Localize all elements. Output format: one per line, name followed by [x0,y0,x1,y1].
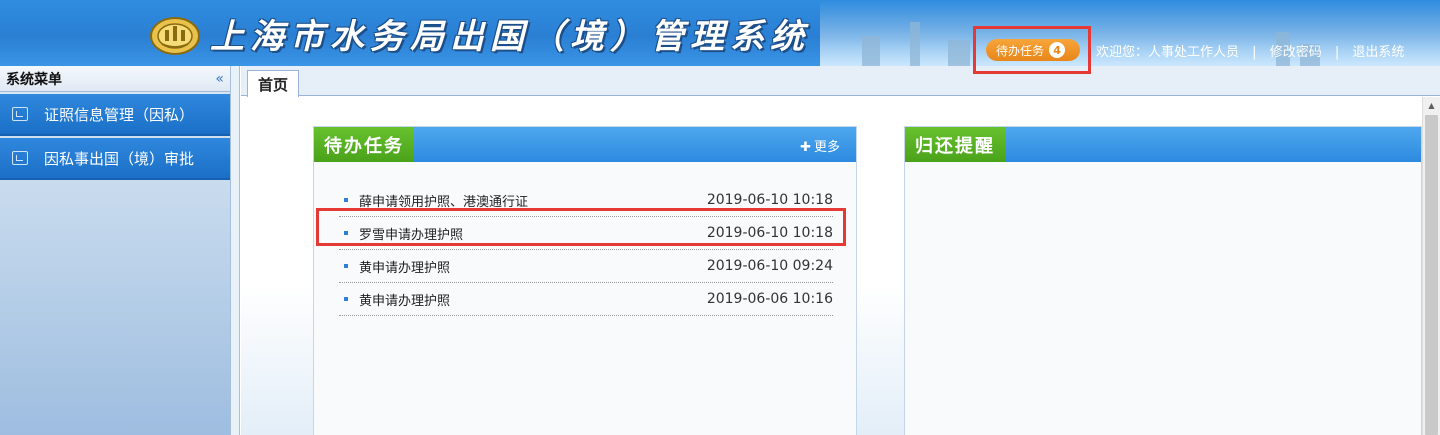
task-name: 黄申请办理护照 [359,293,451,309]
sidebar-title: 系统菜单 [6,71,62,88]
todo-panel-title: 待办任务 [314,127,414,162]
list-item[interactable]: 黄申请办理护照 2019-06-06 10:16 [339,283,833,316]
bullet-icon [344,297,348,301]
image-icon [12,107,28,121]
todo-tasks-badge[interactable]: 待办任务 4 [986,39,1080,61]
bullet-icon [344,264,348,268]
logout-link[interactable]: 退出系统 [1352,45,1404,60]
todo-panel-header: 待办任务 ✚ 更多 [314,127,856,162]
return-reminder-title: 归还提醒 [905,127,1005,162]
more-label: 更多 [813,140,840,155]
tab-home[interactable]: 首页 [247,70,299,97]
todo-panel: 待办任务 ✚ 更多 薛申请领用护照、港澳通行证 2019-06-10 10:18 … [313,126,857,435]
todo-badge-label: 待办任务 [996,43,1045,58]
sidebar-item-label: 证照信息管理（因私） [44,105,195,124]
welcome-text: 欢迎您：人事处工作人员 [1096,45,1240,60]
return-reminder-panel-header: 归还提醒 [905,127,1421,162]
edit-icon [12,151,28,165]
todo-count: 4 [1049,42,1066,58]
sidebar-header: 系统菜单 « [0,66,230,92]
task-name: 薛申请领用护照、港澳通行证 [359,194,529,210]
skyline-building [948,40,970,66]
annotation-highlight-task [316,208,846,246]
sidebar-item-label: 因私事出国（境）审批 [44,149,195,168]
task-time: 2019-06-06 10:16 [706,291,833,307]
list-item[interactable]: 黄申请办理护照 2019-06-10 09:24 [339,250,833,283]
skyline-building [910,22,920,66]
return-reminder-panel: 归还提醒 [904,126,1422,435]
tab-bar: 首页 [241,66,1440,97]
separator: | [1252,45,1257,60]
change-password-link[interactable]: 修改密码 [1270,45,1322,60]
water-bureau-logo-icon [150,17,200,55]
system-title: 上海市水务局出国（境）管理系统 [210,17,810,57]
sidebar: 系统菜单 « 证照信息管理（因私） 因私事出国（境）审批 [0,66,230,435]
task-time: 2019-06-10 10:18 [706,192,833,208]
home-content: 待办任务 ✚ 更多 薛申请领用护照、港澳通行证 2019-06-10 10:18 … [241,97,1422,435]
main-area: 首页 待办任务 ✚ 更多 薛申请领用护照、港澳通行证 2019-06-10 10:… [241,66,1440,435]
scroll-up-icon[interactable]: ▲ [1423,97,1440,113]
separator: | [1334,45,1340,60]
plus-icon: ✚ [800,140,811,155]
sidebar-item-passport-info[interactable]: 证照信息管理（因私） [0,94,230,136]
scrollbar-thumb[interactable] [1425,115,1438,435]
more-link[interactable]: ✚ 更多 [800,136,840,155]
sidebar-splitter[interactable] [230,66,240,435]
bullet-icon [344,198,348,202]
app-header: 上海市水务局出国（境）管理系统 待办任务 4 欢迎您：人事处工作人员 | 修改密… [0,0,1440,66]
skyline-building [862,36,880,66]
vertical-scrollbar[interactable]: ▲ [1422,97,1440,435]
todo-task-list: 薛申请领用护照、港澳通行证 2019-06-10 10:18 罗雪申请办理护照 … [339,184,833,316]
user-links: 欢迎您：人事处工作人员 | 修改密码 | 退出系统 [1096,41,1404,60]
collapse-sidebar-icon[interactable]: « [215,71,224,87]
task-name: 黄申请办理护照 [359,260,451,276]
task-time: 2019-06-10 09:24 [706,258,833,274]
sidebar-item-travel-approval[interactable]: 因私事出国（境）审批 [0,138,230,180]
